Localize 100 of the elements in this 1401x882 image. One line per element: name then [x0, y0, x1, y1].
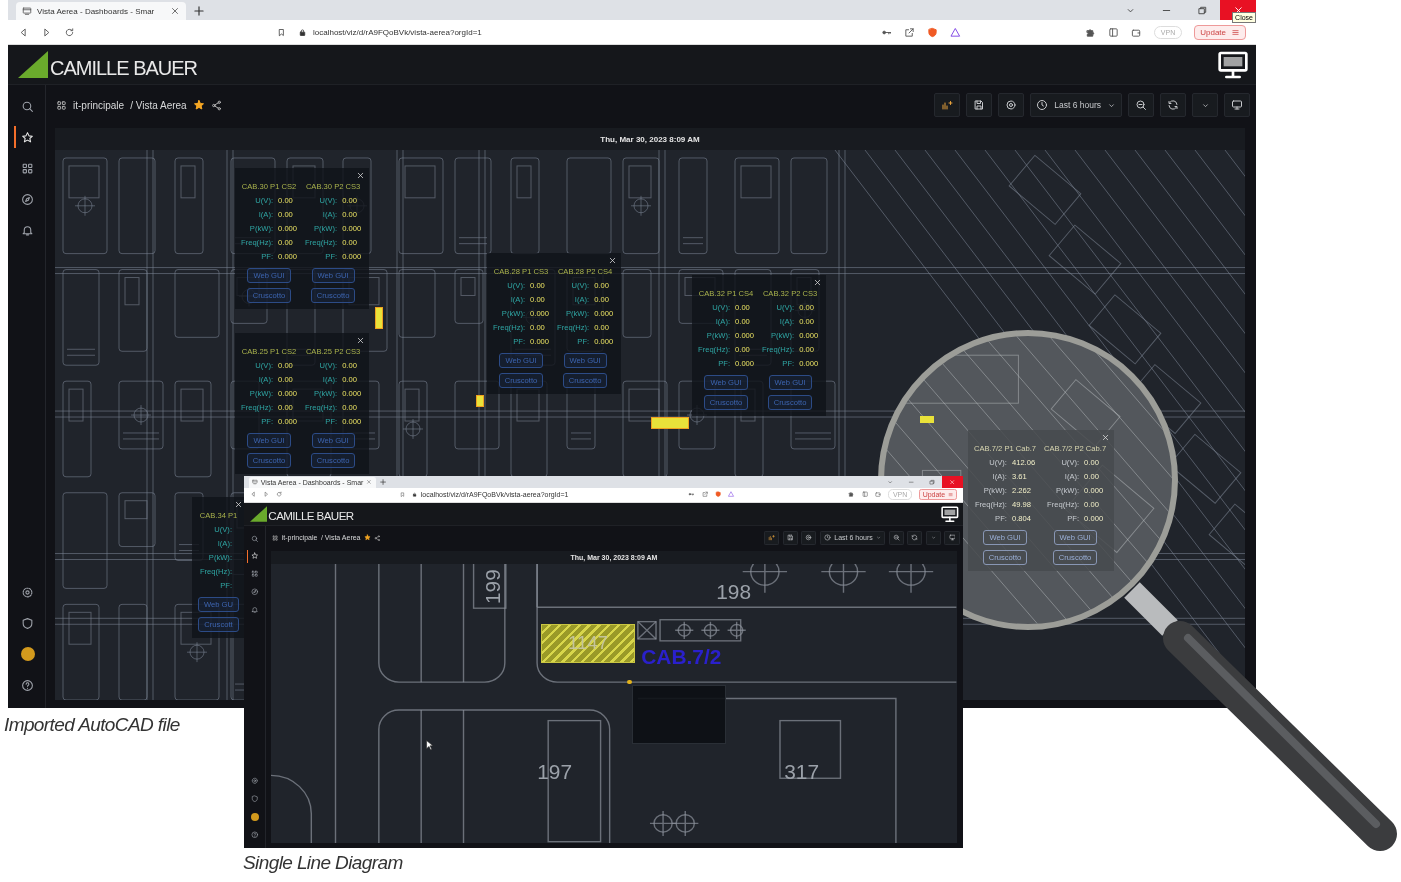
- compass-icon[interactable]: [251, 588, 259, 596]
- compass-icon[interactable]: [21, 192, 34, 206]
- bell-icon[interactable]: [251, 606, 259, 614]
- share-icon[interactable]: [903, 26, 915, 38]
- zoom-out-button[interactable]: [1128, 93, 1154, 117]
- help-icon[interactable]: [251, 830, 259, 839]
- refresh-icon: [1167, 99, 1179, 111]
- cabinet-marker[interactable]: [375, 307, 383, 329]
- settings-icon[interactable]: [251, 777, 259, 785]
- cabinet-label[interactable]: CAB.7/2: [641, 646, 722, 668]
- panel-title: Thu, Mar 30, 2023 8:09 AM: [599, 133, 701, 146]
- close-icon[interactable]: [813, 278, 823, 287]
- bell-icon[interactable]: [21, 223, 34, 237]
- share-icon[interactable]: [210, 99, 222, 111]
- add-panel-button[interactable]: [764, 530, 780, 545]
- dashboards-icon: [56, 99, 67, 111]
- star-icon[interactable]: [21, 130, 34, 144]
- zoom-out-button[interactable]: [888, 530, 904, 545]
- star-icon[interactable]: [364, 534, 371, 542]
- refresh-button[interactable]: [1160, 93, 1186, 117]
- tv-mode-button[interactable]: [944, 530, 960, 545]
- brand-name: CAMILLE BAUER: [268, 510, 354, 522]
- chevron-down-icon: [876, 535, 882, 541]
- cabinet-marker[interactable]: [920, 416, 934, 423]
- tv-icon: [1231, 99, 1243, 111]
- close-icon[interactable]: [1101, 433, 1111, 442]
- wallet-icon[interactable]: [875, 491, 882, 498]
- add-panel-button[interactable]: [934, 93, 961, 117]
- save-icon: [786, 534, 794, 542]
- new-tab-icon[interactable]: [379, 478, 388, 487]
- page-icon: [22, 6, 32, 16]
- forward-icon[interactable]: [41, 26, 52, 38]
- clock-icon: [1036, 99, 1049, 111]
- star-icon[interactable]: [192, 99, 205, 111]
- triangle-icon[interactable]: [949, 26, 961, 38]
- logo-icon: [18, 51, 48, 78]
- dashboard-title: / Vista Aerea: [130, 99, 187, 111]
- cabinet-marker[interactable]: [627, 679, 632, 685]
- sidebar-icon[interactable]: [1107, 26, 1119, 38]
- help-icon[interactable]: [21, 678, 34, 692]
- close-icon[interactable]: [234, 500, 243, 509]
- browser-tab[interactable]: Vista Aerea - Dashboards - Smar: [16, 2, 186, 20]
- search-icon[interactable]: [21, 99, 34, 113]
- share-icon[interactable]: [374, 534, 381, 541]
- lock-icon: [412, 491, 418, 498]
- search-icon[interactable]: [251, 534, 259, 543]
- key-icon[interactable]: [688, 491, 695, 498]
- shield-icon[interactable]: [251, 794, 259, 803]
- logo-icon: [249, 505, 268, 522]
- avatar[interactable]: [250, 812, 260, 821]
- avatar[interactable]: [20, 647, 35, 661]
- settings-button[interactable]: [998, 93, 1025, 117]
- cabinet-marker[interactable]: [651, 417, 689, 429]
- shield-icon[interactable]: [21, 616, 34, 630]
- address-field[interactable]: localhost/viz/d/rA9FQoBVk/vista-aerea?orgId=1: [313, 27, 482, 37]
- bookmark-icon[interactable]: [277, 27, 286, 37]
- dashboards-icon[interactable]: [21, 161, 34, 175]
- close-icon[interactable]: [356, 336, 366, 345]
- tab-title: Vista Aerea - Dashboards - Smar: [37, 6, 156, 16]
- figure-caption: Single Line Diagram: [243, 852, 403, 873]
- dashboards-icon: [271, 534, 279, 541]
- room-number: 197: [537, 761, 573, 783]
- close-icon[interactable]: [356, 171, 366, 180]
- monitor-icon[interactable]: [939, 504, 960, 524]
- area-number: 1147: [541, 623, 635, 664]
- update-button[interactable]: Update: [1194, 24, 1246, 40]
- chevron-down-icon: [930, 535, 937, 541]
- settings-button[interactable]: [801, 530, 817, 545]
- zoom-out-icon: [1135, 99, 1147, 111]
- new-tab-icon[interactable]: [192, 4, 206, 18]
- cabinet-marker[interactable]: [476, 395, 484, 407]
- puzzle-icon[interactable]: [1084, 26, 1096, 38]
- room-number: 199: [483, 568, 505, 604]
- sidebar-icon[interactable]: [861, 491, 869, 498]
- zoom-out-icon: [892, 534, 900, 542]
- shield-icon[interactable]: [714, 491, 722, 498]
- dashboards-icon[interactable]: [251, 570, 259, 578]
- close-icon[interactable]: [170, 6, 180, 16]
- settings-icon: [1005, 99, 1018, 111]
- settings-icon[interactable]: [21, 585, 34, 599]
- restore-icon: [928, 478, 935, 485]
- add-panel-icon: [941, 99, 954, 111]
- room-number: 317: [784, 761, 820, 783]
- close-icon[interactable]: [608, 256, 618, 265]
- save-button[interactable]: [782, 530, 798, 545]
- tv-mode-button[interactable]: [1224, 93, 1250, 117]
- settings-icon: [805, 534, 813, 542]
- puzzle-icon[interactable]: [848, 491, 855, 498]
- reload-icon[interactable]: [276, 491, 283, 498]
- time-range-picker[interactable]: Last 6 hours: [1030, 93, 1122, 117]
- figure-caption: Imported AutoCAD file: [4, 714, 180, 735]
- save-button[interactable]: [966, 93, 993, 117]
- breadcrumb-link[interactable]: it-principale: [73, 99, 125, 111]
- refresh-button[interactable]: [907, 530, 923, 545]
- reload-icon[interactable]: [64, 26, 75, 38]
- back-icon[interactable]: [18, 26, 29, 38]
- shield-icon[interactable]: [926, 26, 938, 38]
- cursor-icon: [426, 739, 435, 751]
- menu-icon: [948, 491, 954, 498]
- restore-icon: [1196, 4, 1208, 16]
